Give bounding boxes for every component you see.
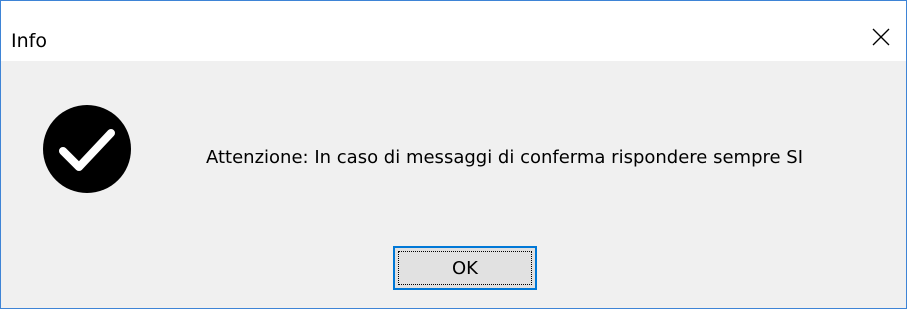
close-icon [872,28,890,46]
close-button[interactable] [856,15,906,59]
check-circle-icon [43,105,131,193]
dialog-window: Info Attenzione: In caso di messaggi di … [0,0,907,309]
dialog-content: Attenzione: In caso di messaggi di confe… [1,61,906,308]
ok-button[interactable]: OK [393,246,537,290]
window-title: Info [11,30,47,52]
title-bar[interactable]: Info [1,1,906,61]
ok-button-label: OK [452,257,478,279]
dialog-message: Attenzione: In caso di messaggi di confe… [206,147,804,168]
